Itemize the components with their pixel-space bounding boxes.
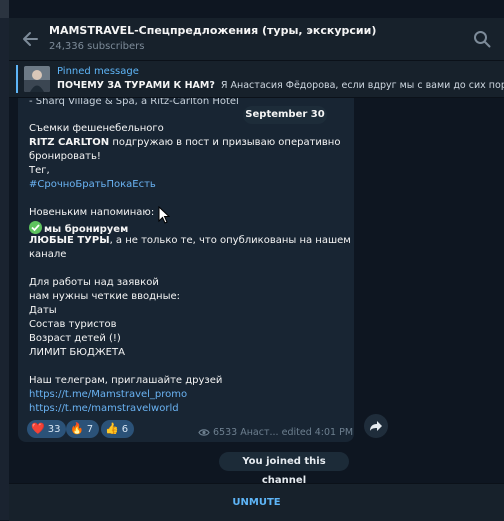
- thumbs-up-icon: 👍: [105, 422, 119, 435]
- eye-icon: [198, 428, 210, 440]
- reaction-heart[interactable]: ❤️ 33: [27, 420, 67, 438]
- post-line: Состав туристов: [29, 319, 117, 330]
- date-badge: September 30: [243, 106, 327, 124]
- post-line: нам нужны четкие вводные:: [29, 291, 180, 302]
- heart-icon: ❤️: [31, 422, 45, 435]
- left-edge-strip: [0, 0, 9, 520]
- reaction-count: 7: [86, 424, 94, 435]
- pinned-thumbnail: [24, 66, 50, 92]
- reaction-count: 33: [47, 424, 61, 435]
- post-bold: мы бронируем: [44, 224, 129, 235]
- mouse-cursor-icon: [158, 205, 171, 224]
- pinned-text: Я Анастасия Фёдорова, если вдруг мы с ва…: [220, 80, 504, 91]
- fire-icon: 🔥: [70, 422, 84, 435]
- hashtag-link[interactable]: #СрочноБратьПокаЕсть: [29, 179, 156, 190]
- pinned-preview: ПОЧЕМУ ЗА ТУРАМИ К НАМ? Я Анастасия Фёдо…: [57, 80, 504, 91]
- search-icon[interactable]: [473, 30, 491, 48]
- share-arrow-icon: [370, 421, 382, 431]
- post-line: RITZ CARLTON подгружаю в пост и призываю…: [29, 137, 340, 148]
- arrow-left-icon[interactable]: [21, 29, 41, 49]
- post-line: Новеньким напоминаю:: [29, 207, 155, 218]
- post-line: Тег,: [29, 165, 50, 176]
- post-bold: RITZ CARLTON: [29, 137, 110, 148]
- post-line: Съемки фешенебельного: [29, 123, 164, 134]
- chat-header: MAMSTRAVEL-Спецпредложения (туры, экскур…: [9, 18, 504, 61]
- post-line: Для работы над заявкой: [29, 277, 159, 288]
- reaction-fire[interactable]: 🔥 7: [66, 420, 100, 438]
- pinned-indicator-bar: [16, 65, 18, 93]
- bottom-bar: UNMUTE: [9, 483, 504, 521]
- post-line: ЛИМИТ БЮДЖЕТА: [29, 347, 125, 358]
- post-bold: ЛЮБЫЕ ТУРЫ: [29, 235, 110, 246]
- post-line: мы бронируем: [29, 221, 128, 235]
- post-line: бронировать!: [29, 151, 101, 162]
- post-cut-line: - Sharq Village & Spa, а Ritz-Carlton Ho…: [29, 98, 239, 107]
- channel-post-bubble: - Sharq Village & Spa, а Ritz-Carlton Ho…: [18, 98, 354, 442]
- check-mark-icon: [29, 221, 42, 234]
- post-text: подгружаю в пост и призываю оперативно: [109, 137, 341, 148]
- post-edited-time: edited 4:01 PM: [281, 427, 354, 438]
- post-line: ЛЮБЫЕ ТУРЫ, а не только те, что опублико…: [29, 235, 351, 246]
- share-button[interactable]: [364, 414, 388, 438]
- post-line: Возраст детей (!): [29, 333, 121, 344]
- unmute-button[interactable]: UNMUTE: [9, 484, 504, 521]
- post-line: Наш телеграм, приглашайте друзей: [29, 375, 223, 386]
- pinned-message-bar[interactable]: Pinned message ПОЧЕМУ ЗА ТУРАМИ К НАМ? Я…: [9, 61, 504, 98]
- telegram-link[interactable]: https://t.me/mamstravelworld: [29, 403, 179, 414]
- channel-title[interactable]: MAMSTRAVEL-Спецпредложения (туры, экскур…: [49, 24, 376, 37]
- left-edge-corner: [0, 0, 9, 18]
- reaction-thumbs-up[interactable]: 👍 6: [101, 420, 135, 438]
- post-meta: 6533 Анаст... edited 4:01 PM: [198, 427, 353, 440]
- telegram-link[interactable]: https://t.me/Mamstravel_promo: [29, 389, 187, 400]
- joined-notice: You joined this channel: [219, 452, 349, 486]
- view-count: 6533: [213, 427, 238, 438]
- post-text: , а не только те, что опубликованы на на…: [109, 235, 351, 246]
- pinned-label: Pinned message: [57, 66, 139, 77]
- pinned-title: ПОЧЕМУ ЗА ТУРАМИ К НАМ?: [57, 80, 215, 91]
- post-line: канале: [29, 249, 67, 260]
- post-author: Анаст...: [240, 427, 279, 438]
- post-line: Даты: [29, 305, 57, 316]
- reaction-count: 6: [121, 424, 129, 435]
- subscriber-count: 24,336 subscribers: [49, 41, 145, 52]
